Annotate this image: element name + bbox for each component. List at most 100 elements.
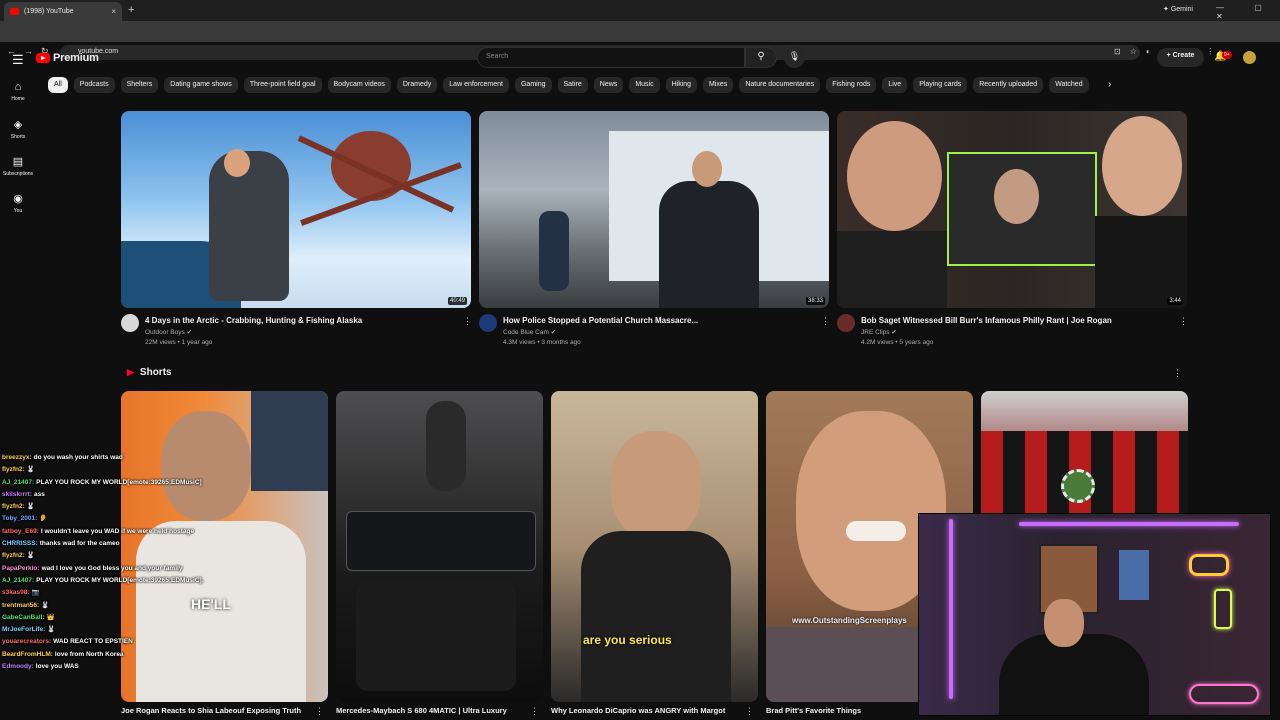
subscriptions-icon: ▤	[12, 156, 24, 168]
chip[interactable]: News	[593, 77, 624, 93]
video-thumbnail[interactable]: 40:49	[121, 111, 471, 308]
person-figure	[209, 151, 289, 301]
chat-username: Toby_2001:	[2, 515, 38, 523]
neon-sign	[1189, 554, 1229, 576]
short-title[interactable]: Why Leonardo DiCaprio was ANGRY with Mar…	[551, 706, 741, 715]
search-icon[interactable]: ⚲	[745, 47, 777, 68]
chip[interactable]: Three-point field goal	[243, 77, 322, 93]
chip[interactable]: Gaming	[514, 77, 552, 93]
gemini-button[interactable]: ✦ Gemini	[1163, 5, 1193, 13]
chat-text: 👂	[39, 515, 48, 523]
chip[interactable]: Live	[882, 77, 908, 93]
video-thumbnail[interactable]: 3:44	[837, 111, 1187, 308]
short-title[interactable]: Mercedes-Maybach S 680 4MATIC | Ultra Lu…	[336, 706, 526, 715]
inset-face	[994, 169, 1039, 224]
gemini-label: Gemini	[1170, 6, 1193, 13]
video-title[interactable]: Bob Saget Witnessed Bill Burr's Infamous…	[861, 316, 1112, 325]
chat-message: CHRRISSS: thanks wad for the cameo	[2, 538, 212, 550]
chat-username: CHRRISSS:	[2, 540, 38, 548]
search-input[interactable]: Search	[477, 47, 745, 68]
chip[interactable]: Nature documentaries	[739, 77, 821, 93]
chat-text: wad I love you God bless you and your fa…	[41, 564, 183, 572]
shorts-more-icon[interactable]: ⋮	[1173, 368, 1182, 379]
more-options-icon[interactable]: ⋮	[1179, 316, 1188, 327]
youtube-play-icon	[36, 53, 50, 63]
video-meta: 4.2M views • 5 years ago	[861, 339, 934, 346]
short-title[interactable]: Joe Rogan Reacts to Shia Labeouf Exposin…	[121, 706, 311, 715]
chip[interactable]: Shelters	[120, 77, 159, 93]
chip[interactable]: Dating game shows	[164, 77, 238, 93]
duration-badge: 3:44	[1167, 297, 1183, 305]
more-options-icon[interactable]: ⋮	[821, 316, 830, 327]
sidebar-item-home[interactable]: ⌂ Home	[0, 81, 36, 102]
chat-text: 📷	[31, 589, 40, 597]
chat-text: PLAY YOU ROCK MY WORLD[emote:39265:EDMus…	[36, 478, 202, 486]
sidebar-label: You	[13, 208, 23, 214]
streamer-webcam	[918, 513, 1271, 716]
chip[interactable]: Law enforcement	[443, 77, 509, 93]
channel-name[interactable]: Code Blue Cam ✔	[503, 328, 556, 336]
chip[interactable]: Dramedy	[396, 77, 438, 93]
chat-message: trentman56: 🐰	[2, 600, 212, 612]
chip[interactable]: Hiking	[665, 77, 698, 93]
person-face	[611, 431, 701, 541]
new-tab-button[interactable]: +	[128, 4, 134, 16]
person-face	[224, 149, 250, 177]
channel-avatar[interactable]	[837, 314, 855, 332]
browser-tab[interactable]: (1998) YouTube ×	[4, 2, 122, 21]
you-icon: ◉	[13, 193, 23, 205]
sidebar-item-subscriptions[interactable]: ▤ Subscriptions	[0, 155, 36, 177]
tab-close-icon[interactable]: ×	[111, 7, 116, 16]
sidebar-item-shorts[interactable]: ◈ Shorts	[0, 118, 36, 140]
chip[interactable]: Recently uploaded	[973, 77, 1044, 93]
video-title[interactable]: How Police Stopped a Potential Church Ma…	[503, 316, 698, 325]
more-options-icon[interactable]: ⋮	[530, 706, 539, 717]
more-options-icon[interactable]: ⋮	[745, 706, 754, 717]
avatar[interactable]	[1243, 51, 1256, 64]
chip[interactable]: Watched	[1049, 77, 1089, 93]
create-button[interactable]: + Create	[1157, 48, 1204, 67]
youtube-logo[interactable]: Premium	[36, 52, 99, 64]
mic-icon[interactable]: 🎙	[784, 47, 805, 68]
chat-text: 🐰	[41, 601, 50, 609]
channel-name[interactable]: Outdoor Boys ✔	[145, 328, 192, 336]
photographer	[426, 401, 466, 491]
chip[interactable]: Mixes	[703, 77, 734, 93]
chip[interactable]: Satire	[557, 77, 588, 93]
channel-avatar[interactable]	[479, 314, 497, 332]
chat-message: flyzfn2: 🐰	[2, 464, 212, 476]
video-title[interactable]: 4 Days in the Arctic - Crabbing, Hunting…	[145, 316, 362, 325]
window-controls[interactable]: — ▢ ✕	[1216, 3, 1280, 21]
more-options-icon[interactable]: ⋮	[463, 316, 472, 327]
chat-message: AJ_21407: PLAY YOU ROCK MY WORLD[emote:39…	[2, 575, 212, 587]
tab-title: (1998) YouTube	[24, 8, 74, 15]
more-options-icon[interactable]: ⋮	[315, 706, 324, 717]
photo-inset	[251, 391, 328, 491]
sidebar-item-you[interactable]: ◉ You	[0, 192, 36, 214]
chat-text: 👑	[46, 613, 55, 621]
logo-text: Premium	[53, 52, 99, 64]
youtube-favicon-icon	[10, 8, 19, 15]
short-thumbnail[interactable]	[336, 391, 543, 702]
guest-shirt	[1095, 216, 1187, 308]
chat-text: love you WAS	[35, 663, 79, 671]
video-thumbnail[interactable]: 38:33	[479, 111, 829, 308]
chip[interactable]: Playing cards	[913, 77, 968, 93]
chip[interactable]: All	[48, 77, 68, 93]
chevron-right-icon[interactable]: ›	[1108, 79, 1111, 90]
channel-avatar[interactable]	[121, 314, 139, 332]
channel-name[interactable]: JRE Clips ✔	[861, 328, 897, 336]
menu-icon[interactable]: ☰	[12, 52, 24, 68]
chat-message: flyzfn2: 🐰	[2, 550, 212, 562]
chip[interactable]: Music	[629, 77, 660, 93]
stream-chat-overlay: breezzyx: do you wash your shirts wad flyz…	[2, 452, 212, 673]
shorts-icon: ◈	[13, 119, 23, 131]
short-caption: www.OutstandingScreenplays	[792, 616, 907, 625]
chip[interactable]: Podcasts	[73, 77, 115, 93]
sidebar-label: Shorts	[10, 134, 26, 140]
chip[interactable]: Fishing rods	[826, 77, 877, 93]
short-thumbnail[interactable]: are you serious	[551, 391, 758, 702]
chip[interactable]: Bodycam videos	[327, 77, 391, 93]
chat-username: AJ_21407:	[2, 576, 35, 584]
chat-text: thanks wad for the cameo	[39, 540, 120, 548]
